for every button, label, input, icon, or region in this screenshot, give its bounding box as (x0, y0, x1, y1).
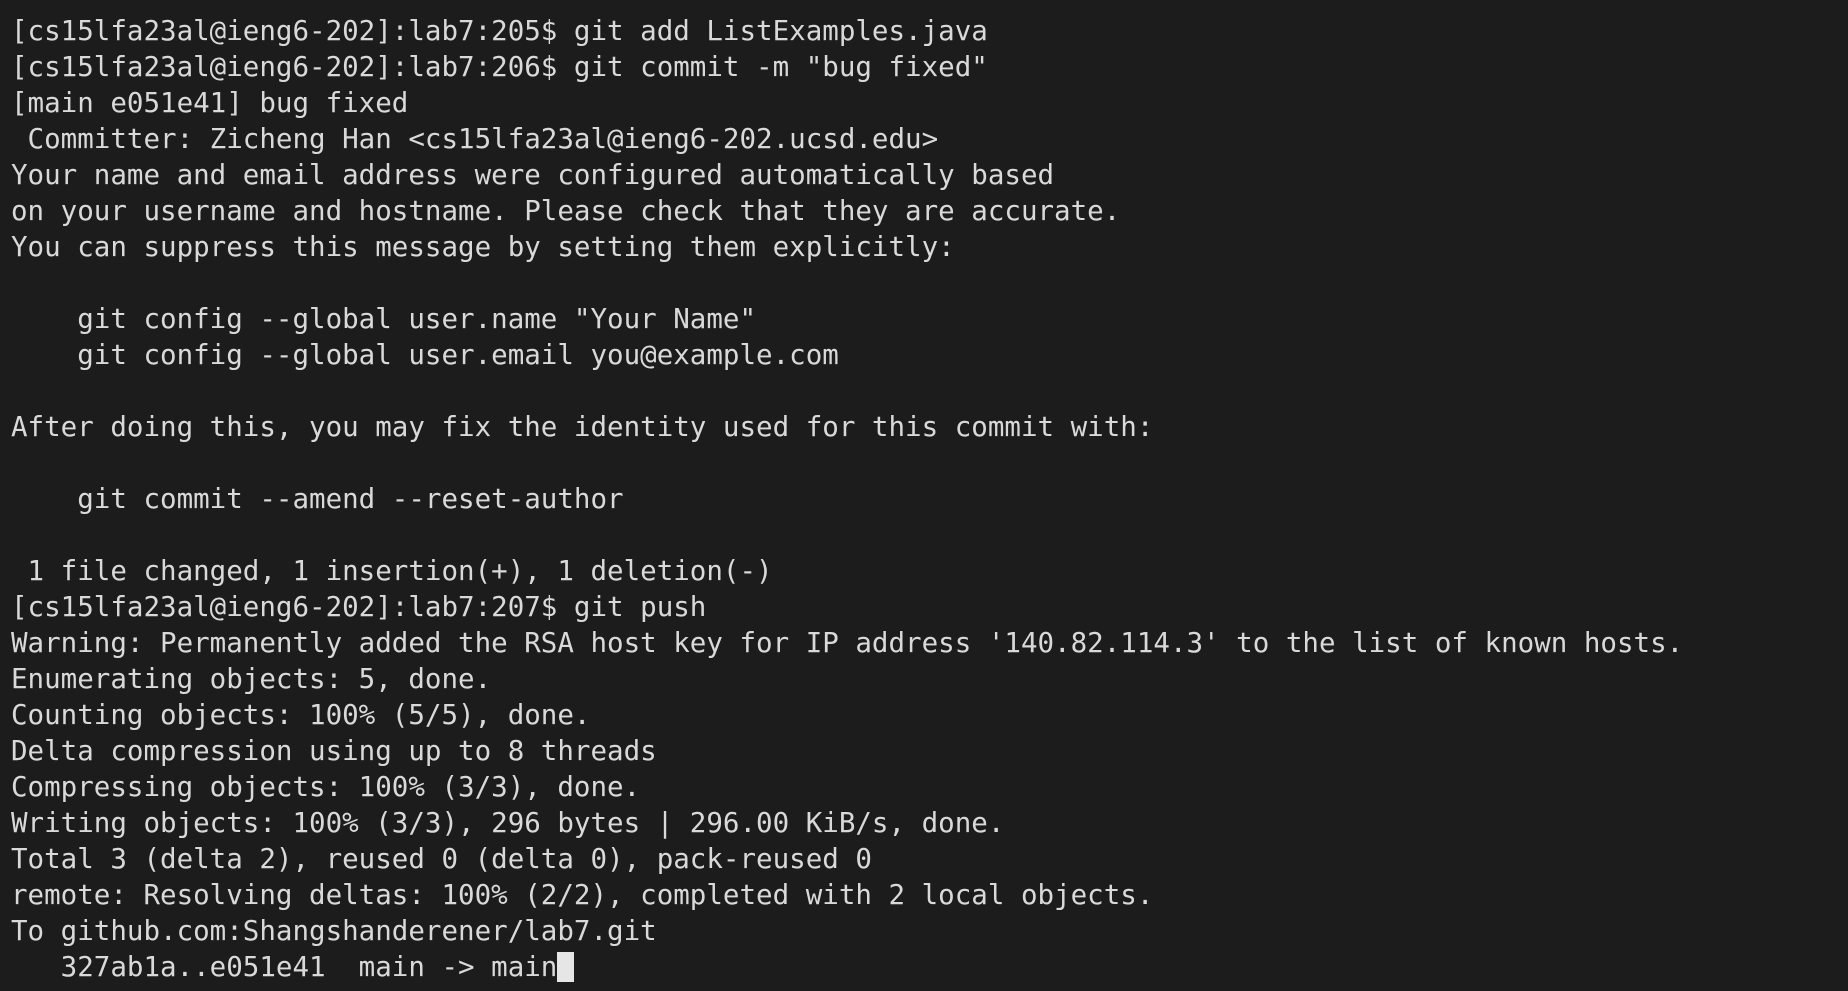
terminal-line: [cs15lfa23al@ieng6-202]:lab7:205$ git ad… (11, 15, 988, 47)
terminal-line: 327ab1a..e051e41 main -> main (11, 949, 1848, 985)
terminal-output: [cs15lfa23al@ieng6-202]:lab7:205$ git ad… (11, 13, 1848, 985)
terminal-line: Compressing objects: 100% (3/3), done. (11, 771, 641, 803)
terminal-line: on your username and hostname. Please ch… (11, 195, 1121, 227)
terminal-line: Enumerating objects: 5, done. (11, 663, 492, 695)
terminal-line-text: 327ab1a..e051e41 main -> main (11, 951, 558, 983)
terminal-line: Total 3 (delta 2), reused 0 (delta 0), p… (11, 843, 872, 875)
terminal-line: git config --global user.email you@examp… (11, 339, 839, 371)
terminal-line: Writing objects: 100% (3/3), 296 bytes |… (11, 807, 1005, 839)
terminal-line: To github.com:Shangshanderener/lab7.git (11, 915, 657, 947)
terminal-line: After doing this, you may fix the identi… (11, 411, 1154, 443)
terminal-line: Delta compression using up to 8 threads (11, 735, 657, 767)
terminal-line: 1 file changed, 1 insertion(+), 1 deleti… (11, 555, 773, 587)
terminal-line: git config --global user.name "Your Name… (11, 303, 757, 335)
terminal-window[interactable]: [cs15lfa23al@ieng6-202]:lab7:205$ git ad… (0, 0, 1848, 991)
terminal-line: Warning: Permanently added the RSA host … (11, 627, 1684, 659)
terminal-line: [main e051e41] bug fixed (11, 87, 409, 119)
terminal-line: [cs15lfa23al@ieng6-202]:lab7:206$ git co… (11, 51, 988, 83)
terminal-line: Your name and email address were configu… (11, 159, 1055, 191)
text-cursor (557, 952, 575, 982)
terminal-line: You can suppress this message by setting… (11, 231, 955, 263)
terminal-line: Committer: Zicheng Han <cs15lfa23al@ieng… (11, 123, 939, 155)
terminal-line: git commit --amend --reset-author (11, 483, 624, 515)
terminal-line: [cs15lfa23al@ieng6-202]:lab7:207$ git pu… (11, 591, 707, 623)
terminal-line: remote: Resolving deltas: 100% (2/2), co… (11, 879, 1154, 911)
terminal-line: Counting objects: 100% (5/5), done. (11, 699, 591, 731)
